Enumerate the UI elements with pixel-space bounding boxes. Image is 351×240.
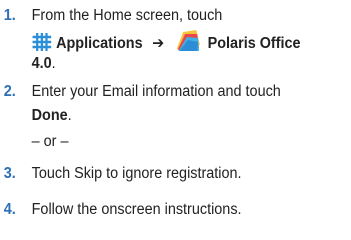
step-3-number: 3. bbox=[3, 165, 16, 182]
arrow-glyph: ➔ bbox=[152, 35, 165, 52]
step-2-text: Enter your Email information and touch bbox=[31, 83, 281, 100]
version-label: 4.0 bbox=[31, 55, 52, 72]
step-1-text: From the Home screen, touch bbox=[31, 7, 223, 24]
polaris-office-label: Polaris Office bbox=[207, 35, 301, 52]
step-3-text: Touch Skip to ignore registration. bbox=[31, 165, 242, 182]
step-2-period: . bbox=[67, 107, 72, 124]
done-label: Done bbox=[31, 107, 68, 124]
applications-label: Applications bbox=[56, 35, 143, 52]
step-1-period: . bbox=[51, 55, 56, 72]
step-4-text: Follow the onscreen instructions. bbox=[31, 201, 242, 218]
polaris-office-icon bbox=[174, 28, 204, 60]
or-separator-text: – or – bbox=[31, 133, 69, 150]
step-2-number: 2. bbox=[3, 83, 16, 100]
instruction-list: 1. From the Home screen, touch Applicati… bbox=[0, 0, 326, 240]
step-4-number: 4. bbox=[3, 201, 16, 218]
step-1-number: 1. bbox=[3, 7, 16, 24]
